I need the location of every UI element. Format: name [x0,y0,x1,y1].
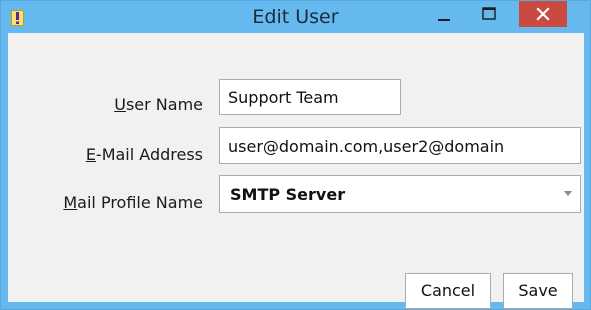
maximize-icon [482,7,496,20]
dialog-content: User Name Support Team E-Mail Address us… [8,33,584,309]
close-icon [536,7,550,21]
user-name-label: User Name [8,95,203,114]
close-button[interactable] [519,1,567,27]
email-address-label: E-Mail Address [8,145,203,164]
mail-profile-selected-value: SMTP Server [230,185,346,204]
mail-profile-label-accelerator: M [63,193,78,212]
cancel-button[interactable]: Cancel [405,273,491,309]
save-button[interactable]: Save [503,273,573,309]
email-address-label-accelerator: E [85,145,96,164]
title-bar[interactable]: Edit User [1,1,590,33]
edit-user-window: Edit User User Name Support Team E-Mail … [0,0,591,310]
user-name-input[interactable]: Support Team [219,79,401,115]
email-address-input[interactable]: user@domain.com,user2@domain [219,127,581,164]
mail-profile-label: Mail Profile Name [8,193,203,212]
mail-profile-label-text: ail Profile Name [77,193,203,212]
maximize-button[interactable] [471,1,507,27]
email-address-label-text: -Mail Address [95,145,203,164]
user-name-label-accelerator: U [114,95,126,114]
mail-profile-dropdown[interactable]: SMTP Server [219,175,581,213]
minimize-icon [438,19,450,21]
minimize-button[interactable] [426,1,462,27]
user-name-label-text: ser Name [125,95,203,114]
chevron-down-icon[interactable] [564,191,572,196]
